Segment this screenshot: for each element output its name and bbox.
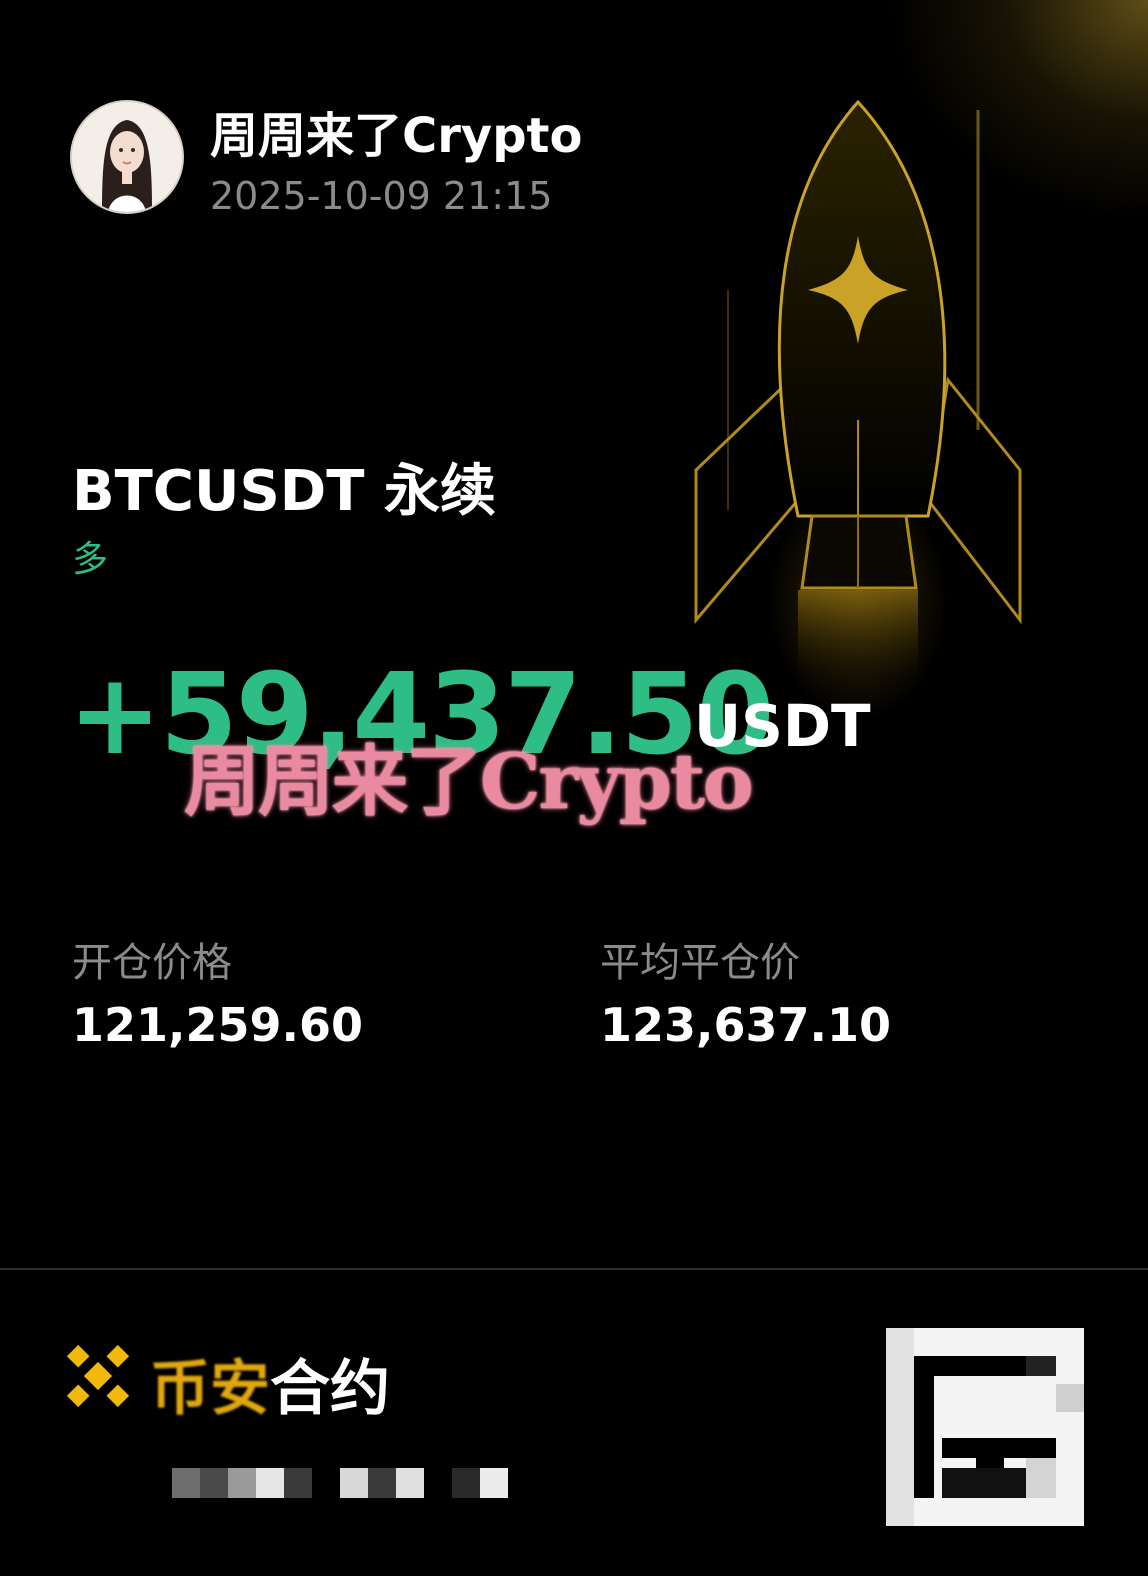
trading-pair-title: BTCUSDT 永续 [72,459,496,524]
rocket-illustration [694,99,1022,690]
watermark-text: 周周来了Crypto [184,737,754,826]
entry-price-value: 121,259.60 [72,998,364,1052]
brand-name: 币安合约 [150,1340,390,1427]
close-price-value: 123,637.10 [600,998,892,1052]
entry-price-label: 开仓价格 [72,940,232,986]
avatar[interactable] [70,100,184,214]
obscured-referral-code [172,1468,508,1498]
brand-name-suffix: 合约 [270,1354,390,1424]
binance-logo-icon [66,1344,130,1408]
avatar-portrait-icon [72,102,182,212]
footer-divider [0,1268,1148,1270]
username: 周周来了Crypto [210,108,583,164]
brand-name-prefix: 币安 [150,1354,270,1424]
close-price-label: 平均平仓价 [600,940,800,986]
post-timestamp: 2025-10-09 21:15 [210,174,553,218]
position-side-label: 多 [72,539,109,580]
qr-code-icon[interactable] [886,1328,1084,1526]
